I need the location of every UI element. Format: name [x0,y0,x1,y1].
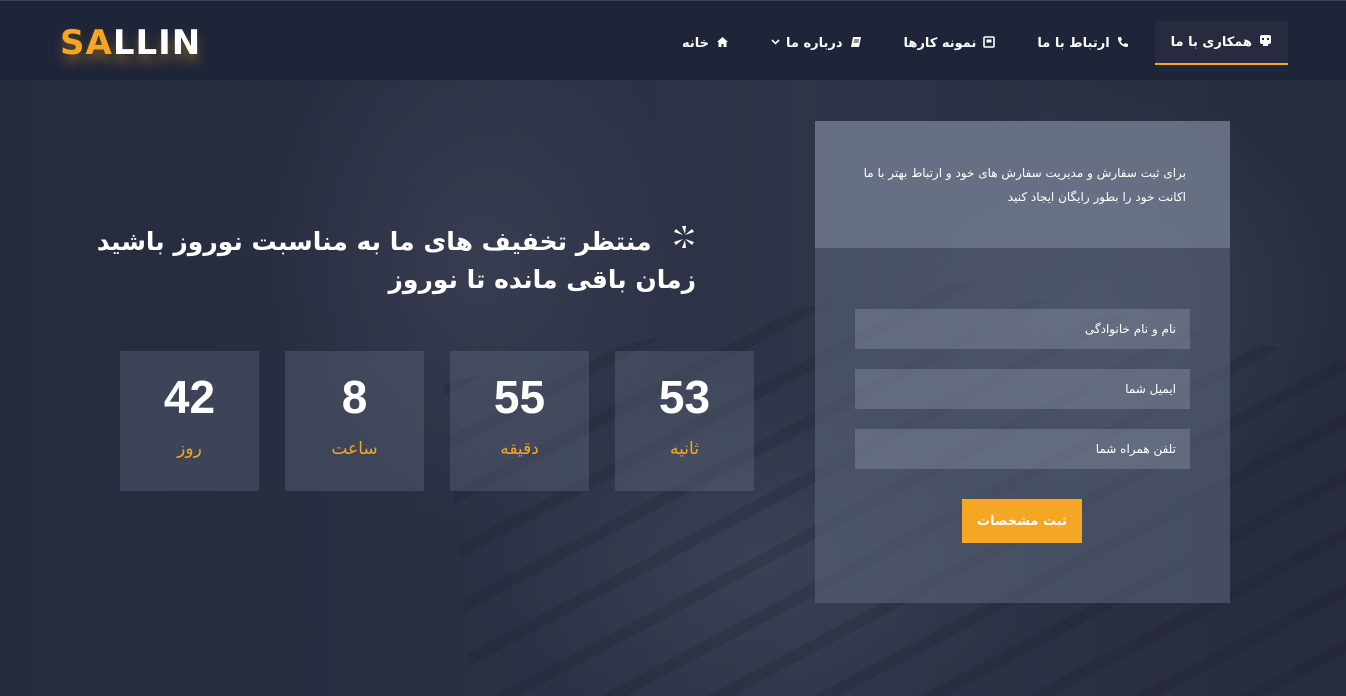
nav-item-cooperation[interactable]: همکاری با ما [1154,21,1288,65]
countdown-seconds: 53 ثانیه [615,351,754,491]
nav-item-label: نمونه کارها [903,35,977,51]
nav-item-label: درباره ما [786,35,843,51]
handshake-icon [1259,34,1272,50]
countdown-unit: دقیقه [500,439,539,459]
site-logo[interactable]: SALLIN [60,23,201,63]
nav-item-portfolio[interactable]: نمونه کارها [888,21,1012,65]
nowruz-countdown: 42 روز 8 ساعت 55 دقیقه 53 ثانیه [120,351,754,491]
chevron-down-icon [771,37,780,49]
countdown-unit: ثانیه [670,439,699,459]
countdown-minutes: 55 دقیقه [450,351,589,491]
top-navbar: SALLIN همکاری با ما ارتباط با ما نمونه ک… [0,0,1346,80]
nav-item-label: همکاری با ما [1170,34,1252,50]
logo-accent: SA [60,23,113,63]
nav-item-label: خانه [681,35,709,51]
countdown-value: 42 [163,371,216,423]
countdown-value: 55 [493,371,546,423]
hero-headline: منتظر تخفیف های ما به مناسبت نوروز باشید… [96,222,696,299]
portfolio-icon [983,35,996,51]
countdown-unit: روز [177,439,202,459]
main-nav: همکاری با ما ارتباط با ما نمونه کارها در… [656,21,1288,65]
nav-item-about[interactable]: درباره ما [755,21,878,65]
countdown-unit: ساعت [331,439,378,459]
register-intro: برای ثبت سفارش و مدیریت سفارش های خود و … [815,121,1230,248]
nav-item-contact[interactable]: ارتباط با ما [1021,21,1144,65]
email-field[interactable] [855,369,1190,409]
register-panel: برای ثبت سفارش و مدیریت سفارش های خود و … [815,121,1230,603]
countdown-hours: 8 ساعت [285,351,424,491]
phone-field[interactable] [855,429,1190,469]
headline-line-2: زمان باقی مانده تا نوروز [388,265,696,294]
nav-item-home[interactable]: خانه [666,21,745,65]
logo-rest: LLIN [112,23,202,63]
register-intro-text: برای ثبت سفارش و مدیریت سفارش های خود و … [863,166,1186,204]
full-name-field[interactable] [855,309,1190,349]
sparkle-icon [662,223,696,258]
phone-icon [1117,36,1129,51]
countdown-days: 42 روز [120,351,259,491]
home-icon [716,36,729,51]
headline-line-1: منتظر تخفیف های ما به مناسبت نوروز باشید [96,227,652,256]
submit-button[interactable]: ثبت مشخصات [962,499,1082,543]
book-icon [850,36,862,51]
countdown-value: 8 [341,371,368,423]
countdown-value: 53 [658,371,711,423]
nav-item-label: ارتباط با ما [1037,35,1110,51]
